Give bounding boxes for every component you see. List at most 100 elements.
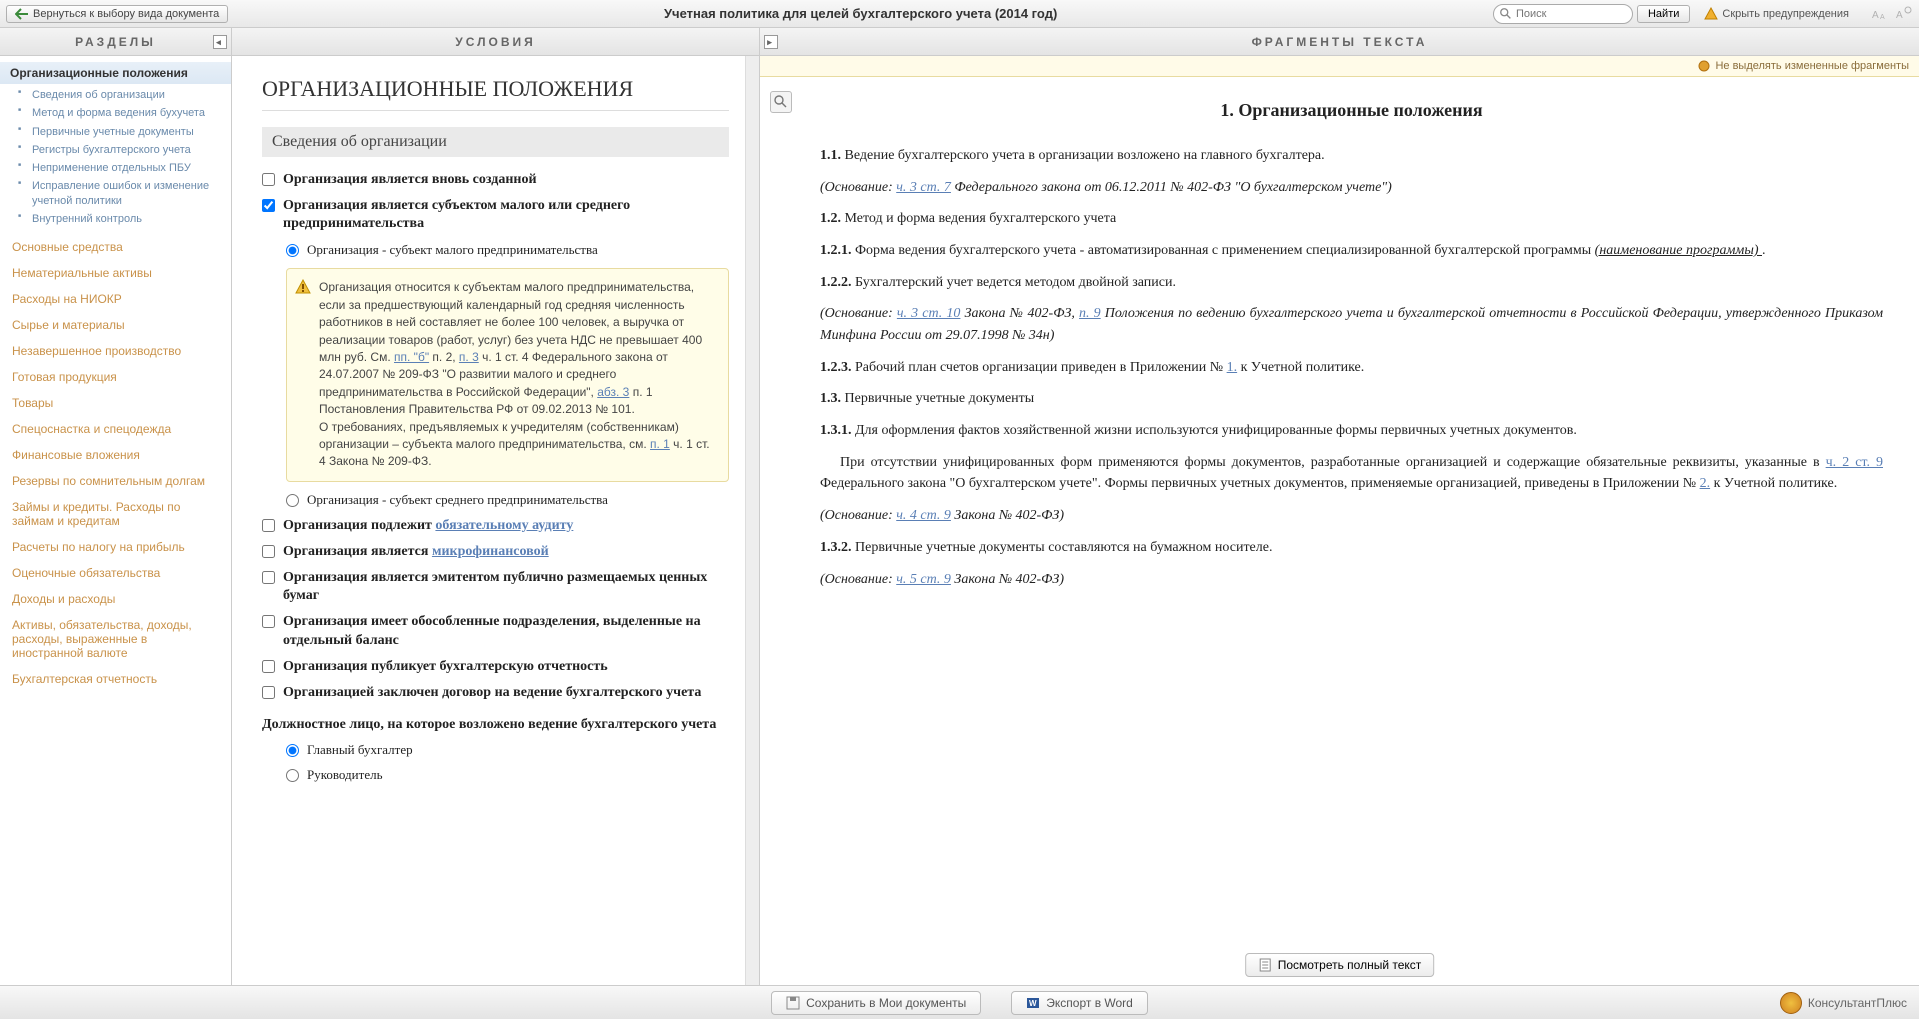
conditions-header: УСЛОВИЯ <box>232 28 759 56</box>
nav-item[interactable]: Займы и кредиты. Расходы по займам и кре… <box>0 494 231 534</box>
checkbox-label: Организацией заключен договор на ведение… <box>283 684 701 702</box>
find-button[interactable]: Найти <box>1637 5 1690 23</box>
nav-item[interactable]: Готовая продукция <box>0 364 231 390</box>
collapse-sidebar-button[interactable]: ◂ <box>213 35 227 49</box>
svg-text:A: A <box>1872 10 1879 21</box>
checkbox-separate-units[interactable] <box>262 615 275 628</box>
checkbox-newly-created[interactable] <box>262 173 275 186</box>
law-link[interactable]: ч. 5 ст. 9 <box>896 572 951 587</box>
settings-icon[interactable]: A <box>1895 5 1913 23</box>
law-link[interactable]: п. 1 <box>650 437 670 451</box>
responsible-header: Должностное лицо, на которое возложено в… <box>262 716 716 734</box>
nav-item[interactable]: Сырье и материалы <box>0 312 231 338</box>
hide-warnings-toggle[interactable]: Скрыть предупреждения <box>1698 7 1855 21</box>
nav-item[interactable]: Расчеты по налогу на прибыль <box>0 534 231 560</box>
highlight-icon <box>1697 59 1711 73</box>
text-fragments-body: 1. Организационные положения 1.1. Ведени… <box>760 77 1919 985</box>
nav-item[interactable]: Нематериальные активы <box>0 260 231 286</box>
back-button[interactable]: Вернуться к выбору вида документа <box>6 5 228 23</box>
law-link[interactable]: ч. 3 ст. 10 <box>897 306 961 321</box>
checkbox-publishes-reports[interactable] <box>262 660 275 673</box>
nav-item[interactable]: Основные средства <box>0 234 231 260</box>
radio-medium-business[interactable] <box>286 494 299 507</box>
search-icon <box>1499 7 1513 21</box>
nav-item[interactable]: Резервы по сомнительным долгам <box>0 468 231 494</box>
export-word-button[interactable]: W Экспорт в Word <box>1011 991 1148 1015</box>
nav-subitem[interactable]: Исправление ошибок и изменение учетной п… <box>18 177 231 210</box>
scrollbar[interactable] <box>745 56 759 985</box>
nav-item[interactable]: Финансовые вложения <box>0 442 231 468</box>
nav-item[interactable]: Товары <box>0 390 231 416</box>
highlight-toggle[interactable]: Не выделять измененные фрагменты <box>760 56 1919 77</box>
nav-item[interactable]: Оценочные обязательства <box>0 560 231 586</box>
sections-header: РАЗДЕЛЫ ◂ <box>0 28 231 56</box>
checkbox-label: Организация является вновь созданной <box>283 171 537 189</box>
view-full-text-button[interactable]: Посмотреть полный текст <box>1245 953 1435 977</box>
radio-label: Организация - субъект среднего предприни… <box>307 492 608 509</box>
nav-subitem[interactable]: Первичные учетные документы <box>18 123 231 141</box>
checkbox-sme-subject[interactable] <box>262 199 275 212</box>
law-link[interactable]: ч. 3 ст. 7 <box>896 180 951 195</box>
radio-small-business[interactable] <box>286 244 299 257</box>
word-icon: W <box>1026 996 1040 1010</box>
save-to-documents-button[interactable]: Сохранить в Мои документы <box>771 991 981 1015</box>
checkbox-label: Организация является эмитентом публично … <box>283 569 729 605</box>
document-title: Учетная политика для целей бухгалтерског… <box>236 6 1485 21</box>
nav-item[interactable]: Незавершенное производство <box>0 338 231 364</box>
checkbox-mandatory-audit[interactable] <box>262 519 275 532</box>
law-link[interactable]: абз. 3 <box>597 385 629 399</box>
appendix-link[interactable]: 1. <box>1227 360 1238 375</box>
document-icon <box>1258 958 1272 972</box>
collapse-fragments-button[interactable]: ▸ <box>764 35 778 49</box>
arrow-left-icon <box>15 8 29 20</box>
radio-chief-accountant[interactable] <box>286 744 299 757</box>
nav-subitem[interactable]: Метод и форма ведения бухучета <box>18 104 231 122</box>
nav-item[interactable]: Спецоснастка и спецодежда <box>0 416 231 442</box>
nav-subitem[interactable]: Сведения об организации <box>18 86 231 104</box>
checkbox-microfinance[interactable] <box>262 545 275 558</box>
warning-box: Организация относится к субъектам малого… <box>286 268 729 481</box>
nav-subitem[interactable]: Внутренний контроль <box>18 210 231 228</box>
save-icon <box>786 996 800 1010</box>
checkbox-label: Организация подлежит обязательному аудит… <box>283 517 573 535</box>
law-link[interactable]: ч. 4 ст. 9 <box>896 508 951 523</box>
search-input[interactable] <box>1493 4 1633 24</box>
section-header: Сведения об организации <box>262 127 729 157</box>
nav-item[interactable]: Расходы на НИОКР <box>0 286 231 312</box>
nav-item[interactable]: Бухгалтерская отчетность <box>0 666 231 692</box>
nav-subitem[interactable]: Регистры бухгалтерского учета <box>18 141 231 159</box>
brand-icon <box>1780 992 1802 1014</box>
nav-item[interactable]: Активы, обязательства, доходы, расходы, … <box>0 612 231 666</box>
law-link[interactable]: ч. 2 ст. 9 <box>1826 455 1883 470</box>
radio-label: Организация - субъект малого предпринима… <box>307 242 598 259</box>
law-link[interactable]: п. 9 <box>1079 306 1101 321</box>
fragments-header: ▸ ФРАГМЕНТЫ ТЕКСТА <box>760 28 1919 56</box>
nav-subitem[interactable]: Неприменение отдельных ПБУ <box>18 159 231 177</box>
radio-director[interactable] <box>286 769 299 782</box>
svg-text:W: W <box>1029 999 1037 1008</box>
checkbox-public-issuer[interactable] <box>262 571 275 584</box>
law-link[interactable]: пп. "б" <box>394 350 429 364</box>
radio-label: Главный бухгалтер <box>307 742 413 759</box>
back-label: Вернуться к выбору вида документа <box>33 8 219 20</box>
warning-icon <box>295 279 311 295</box>
conditions-title: ОРГАНИЗАЦИОННЫЕ ПОЛОЖЕНИЯ <box>262 76 729 111</box>
warning-icon <box>1704 7 1718 21</box>
fragment-title: 1. Организационные положения <box>820 97 1883 125</box>
checkbox-accounting-contract[interactable] <box>262 686 275 699</box>
nav-active-section[interactable]: Организационные положения <box>0 62 231 84</box>
font-size-icon[interactable]: AA <box>1871 5 1889 23</box>
law-link[interactable]: п. 3 <box>459 350 479 364</box>
audit-link[interactable]: обязательному аудиту <box>435 518 573 533</box>
checkbox-label: Организация является субъектом малого ил… <box>283 197 729 233</box>
svg-text:A: A <box>1880 14 1885 21</box>
appendix-link[interactable]: 2. <box>1700 476 1711 491</box>
checkbox-label: Организация является микрофинансовой <box>283 543 549 561</box>
svg-text:A: A <box>1896 10 1903 21</box>
radio-label: Руководитель <box>307 767 383 784</box>
checkbox-label: Организация публикует бухгалтерскую отче… <box>283 658 608 676</box>
checkbox-label: Организация имеет обособленные подраздел… <box>283 613 729 649</box>
microfinance-link[interactable]: микрофинансовой <box>432 544 549 559</box>
nav-item[interactable]: Доходы и расходы <box>0 586 231 612</box>
brand-logo: КонсультантПлюс <box>1780 992 1907 1014</box>
